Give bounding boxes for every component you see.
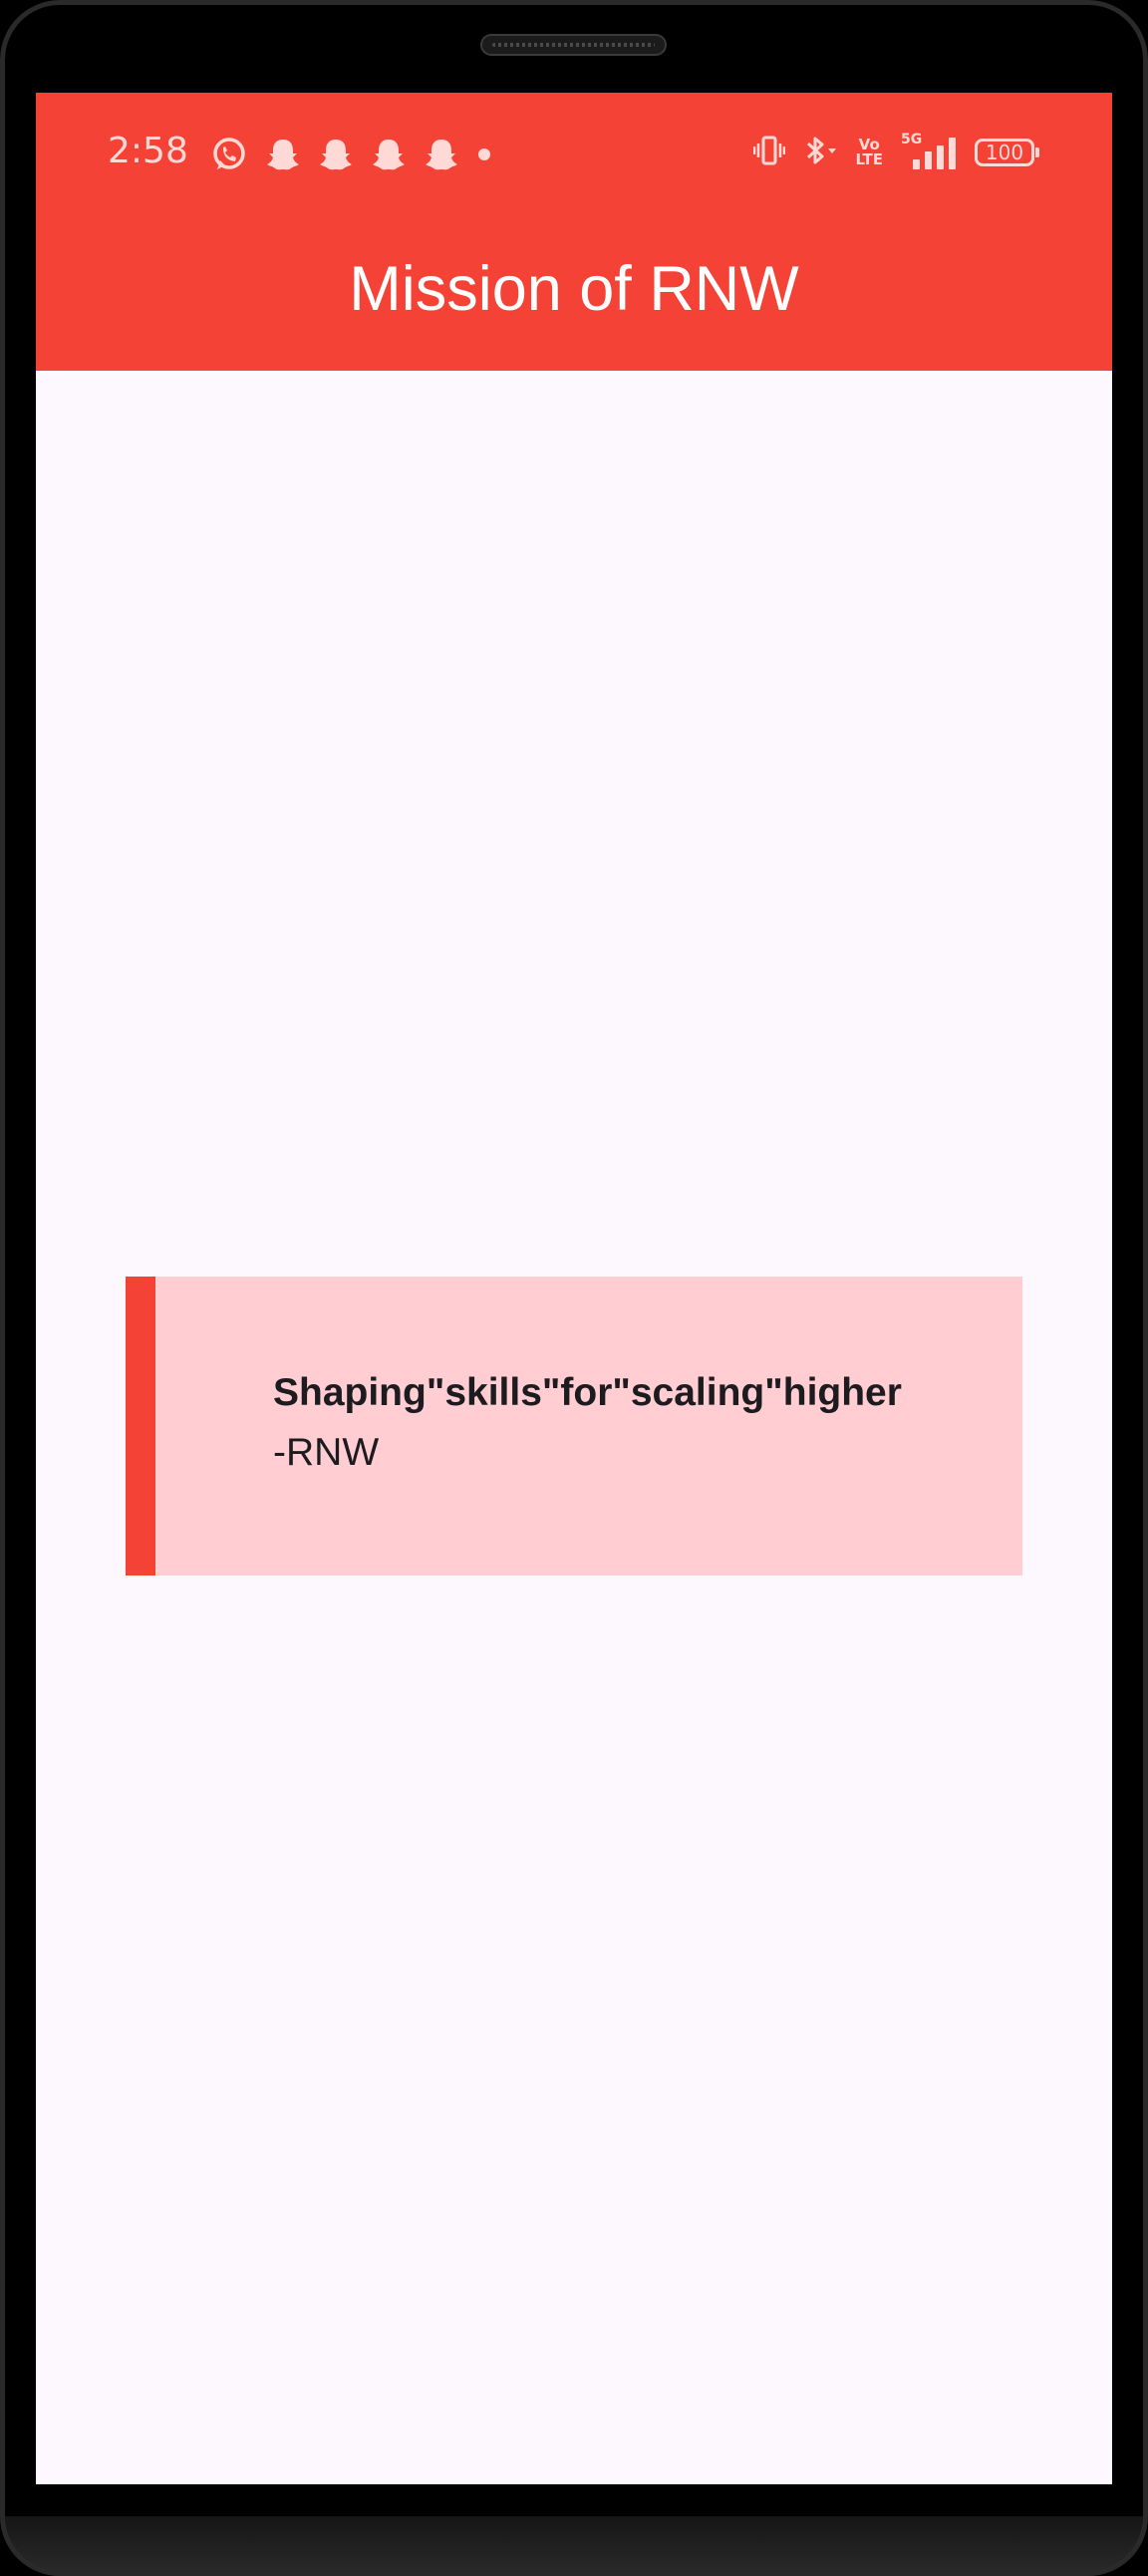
- snapchat-icon: [266, 137, 300, 172]
- snapchat-icon: [372, 137, 406, 172]
- phone-frame: 2:58 Vo LTE 5G 100 Mission of RNW Shapin…: [0, 0, 1148, 2576]
- system-status-icons: Vo LTE 5G 100: [753, 132, 1039, 170]
- quote-text: Shaping"skills"for"scaling"higher: [273, 1371, 902, 1414]
- whatsapp-icon: [211, 137, 247, 172]
- page-title: Mission of RNW: [349, 254, 799, 324]
- status-time: 2:58: [108, 131, 188, 171]
- signal-strength-icon: 5G: [901, 132, 957, 169]
- volte-indicator: Vo LTE: [855, 136, 883, 168]
- bluetooth-icon: [803, 135, 837, 170]
- battery-icon: 100: [975, 139, 1039, 166]
- earpiece-speaker: [482, 36, 665, 54]
- quote-author: -RNW: [273, 1431, 380, 1474]
- vibrate-icon: [753, 136, 786, 169]
- battery-level: 100: [985, 141, 1024, 164]
- app-bar: Mission of RNW: [36, 214, 1112, 371]
- snapchat-icon: [425, 137, 458, 172]
- snapchat-icon: [319, 137, 353, 172]
- status-bar: 2:58 Vo LTE 5G 100: [36, 93, 1112, 214]
- quote-accent-bar: [126, 1277, 155, 1575]
- notification-icons: [211, 137, 491, 172]
- mission-quote-card: Shaping"skills"for"scaling"higher -RNW: [126, 1277, 1022, 1575]
- network-type-label: 5G: [901, 132, 923, 147]
- more-dot-icon: [477, 147, 491, 161]
- bottom-bezel: [0, 2516, 1148, 2576]
- app-screen: 2:58 Vo LTE 5G 100 Mission of RNW Shapin…: [36, 93, 1112, 2484]
